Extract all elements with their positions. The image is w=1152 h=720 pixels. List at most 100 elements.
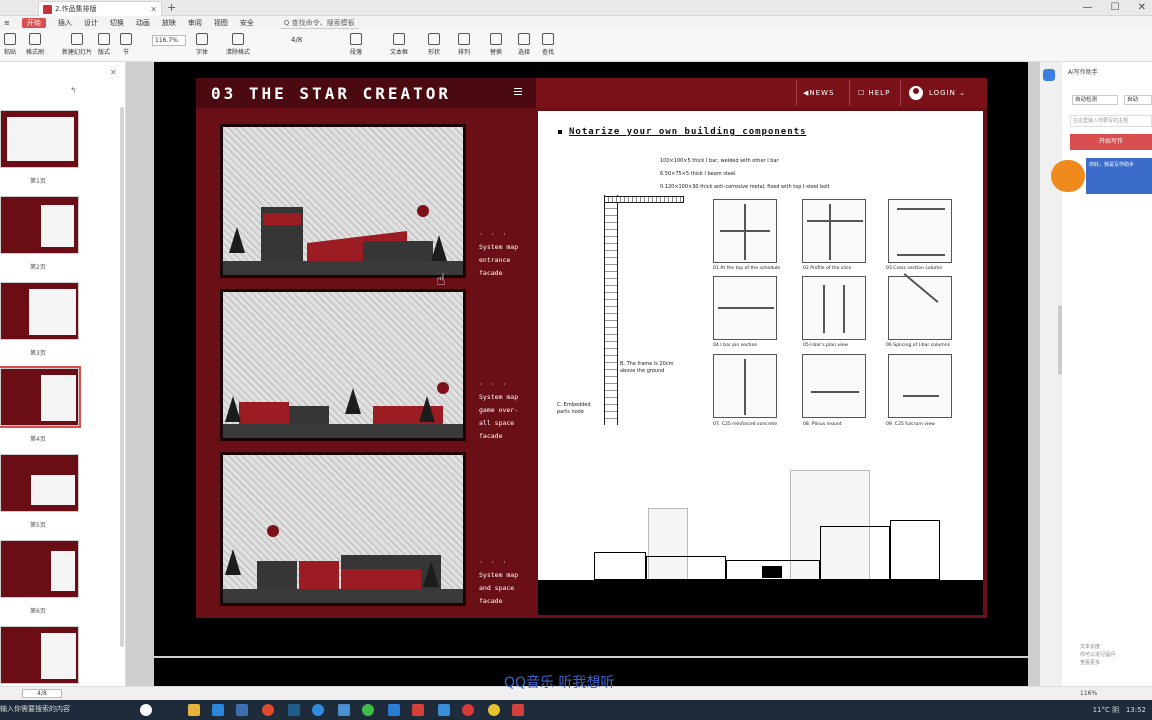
slide-thumbnail-2[interactable] [0,196,79,254]
paste-button[interactable]: 粘贴 [4,33,16,56]
assistant-input[interactable]: 在这里输入你要写的主题 [1070,115,1152,127]
app-icon-4[interactable] [388,704,400,716]
assistant-icon[interactable] [1043,69,1055,81]
clear-format-button[interactable]: 清除格式 [226,33,250,56]
app-icon-6[interactable] [438,704,450,716]
menu-animation[interactable]: 动画 [136,18,150,28]
app-icon-1[interactable] [212,704,224,716]
panel-scrollbar[interactable] [1058,305,1062,375]
menu-slideshow[interactable]: 放映 [162,18,176,28]
detail-label-04: 04.I bar pin section [713,343,758,348]
detail-drawing-01 [713,199,777,263]
slide-thumbnail-pane: ✕ ↰ 第1页 第2页 第3页 第4页 第5页 第6页 [0,62,126,686]
language-select-target[interactable]: 自动 [1124,95,1152,105]
menu-transition[interactable]: 切换 [110,18,124,28]
menu-main[interactable]: ≡ [4,19,10,27]
section-ground [538,580,983,615]
presentation-file-icon [43,4,52,14]
paste-icon [4,33,16,45]
close-pane-icon[interactable]: ✕ [110,68,117,77]
spec-line-b: 6.50×75×5 thick I beam steel [660,171,736,177]
font-button[interactable]: 字体 [196,33,208,56]
caption-space: · · · System map and space facade [479,558,519,605]
menu-insert[interactable]: 插入 [58,18,72,28]
detail-drawing-09 [888,354,952,418]
slide-thumbnail-5[interactable] [0,454,79,512]
font-size-select[interactable]: 116.7% [152,35,186,46]
hand-cursor-icon: ☝ [436,270,446,289]
thumbnail-label-4: 第4页 [30,436,46,443]
section-volume-e [890,520,940,580]
menu-home[interactable]: 开始 [21,18,46,28]
arrange-button[interactable]: 排列 [458,33,470,56]
select-icon [518,33,530,45]
window-controls: — ☐ ✕ [1083,0,1146,16]
detail-label-03: 03.Cross section column [886,266,943,271]
textbox-button[interactable]: 文本框 [390,33,408,56]
thumbnail-label-2: 第2页 [30,264,46,271]
steam-icon[interactable] [288,704,300,716]
textbox-icon [393,33,405,45]
file-explorer-icon[interactable] [188,704,200,716]
slide-thumbnail-3[interactable] [0,282,79,340]
pin-icon[interactable]: ↰ [70,86,77,95]
detail-drawing-08 [802,354,866,418]
section-dark-block [762,566,782,578]
slide-thumbnail-1[interactable] [0,110,79,168]
thumbnail-label-3: 第3页 [30,350,46,357]
task-view-icon[interactable] [140,704,152,716]
detail-label-01: 01.At the top of the schedule [713,266,781,271]
nav-login: LOGIN ⌄ [929,89,966,97]
section-button[interactable]: 节 [120,33,132,56]
slide-thumbnail-7[interactable] [0,626,79,684]
close-tab-icon[interactable]: ✕ [150,5,157,14]
app-icon-3[interactable] [338,704,350,716]
document-tab[interactable]: 2.作品集排版 ✕ [38,1,162,16]
slide-thumbnail-6[interactable] [0,540,79,598]
new-slide-button[interactable]: 新建幻灯片 [62,33,92,56]
mascot-message[interactable]: 你好，我是写作助手 [1086,158,1152,194]
facade-image-game-overall [220,289,466,441]
chrome-icon[interactable] [488,704,500,716]
detail-drawing-04 [713,276,777,340]
thumbnail-scrollbar[interactable] [120,107,124,647]
edge-icon[interactable] [312,704,324,716]
menu-security[interactable]: 安全 [240,18,254,28]
status-page-input[interactable]: 4/8 [22,689,62,698]
detail-label-02: 02.Profile of the slice [803,266,852,271]
wps-icon[interactable] [512,704,524,716]
page-indicator: 4/8 [291,36,303,44]
menu-view[interactable]: 视图 [214,18,228,28]
language-select-source[interactable]: 自动检测 [1072,95,1118,105]
find-button[interactable]: 查找 [542,33,554,56]
beam-drawing [604,196,684,203]
close-window-button[interactable]: ✕ [1138,0,1146,16]
brush-icon [29,33,41,45]
embedded-note: C. Embedded parts node [557,402,591,415]
status-zoom[interactable]: 116% [1080,690,1097,697]
new-slide-icon [71,33,83,45]
wechat-icon[interactable] [362,704,374,716]
nav-help: ☐ HELP [858,89,891,97]
layout-button[interactable]: 版式 [98,33,110,56]
format-painter-button[interactable]: 格式刷 [26,33,44,56]
menu-design[interactable]: 设计 [84,18,98,28]
assistant-title: Ai写作助手 [1068,69,1098,76]
taskbar-search[interactable]: 输入你需要搜索的内容 [0,704,70,714]
app-icon-5[interactable] [412,704,424,716]
select-button[interactable]: 选择 [518,33,530,56]
browser-icon[interactable] [262,704,274,716]
shape-button[interactable]: 形状 [428,33,440,56]
replace-button[interactable]: 替换 [490,33,502,56]
app-icon-7[interactable] [462,704,474,716]
command-search-input[interactable]: Q 查找命令、搜索模板 [279,18,359,29]
replace-icon [490,33,502,45]
maximize-button[interactable]: ☐ [1111,0,1120,16]
minimize-button[interactable]: — [1083,0,1093,16]
slide-thumbnail-4[interactable] [0,366,81,428]
menu-review[interactable]: 审阅 [188,18,202,28]
start-writing-button[interactable]: 开始写作 [1070,134,1152,150]
new-tab-button[interactable]: + [167,1,176,14]
app-icon-2[interactable] [236,704,248,716]
paragraph-button[interactable]: 段落 [350,33,362,56]
